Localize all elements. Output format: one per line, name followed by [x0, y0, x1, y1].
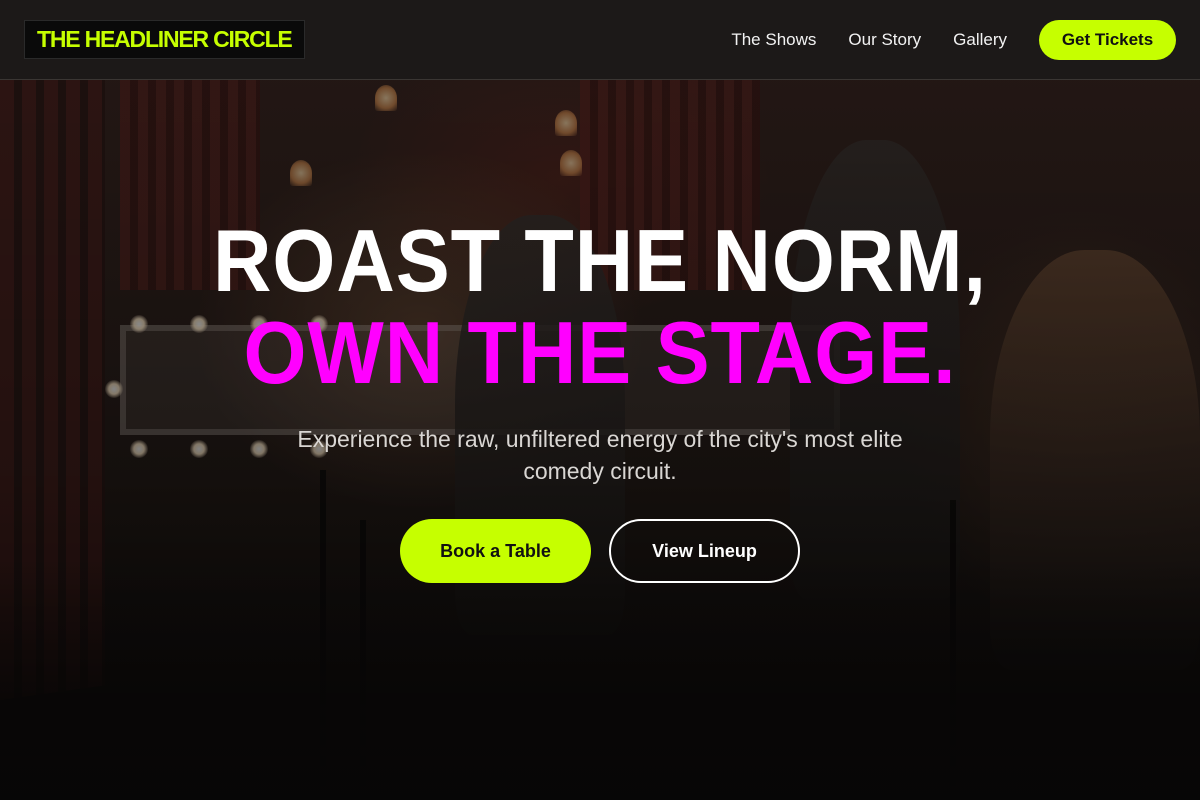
- site-header: THE HEADLINER CIRCLE The Shows Our Story…: [0, 0, 1200, 80]
- main-nav: The Shows Our Story Gallery Get Tickets: [731, 19, 1176, 60]
- hero-subtext: Experience the raw, unfiltered energy of…: [297, 426, 903, 484]
- nav-link-gallery[interactable]: Gallery: [953, 30, 1007, 50]
- hero-section: ROAST THE NORM, OWN THE STAGE. Experienc…: [0, 215, 1200, 583]
- view-lineup-button[interactable]: View Lineup: [609, 519, 800, 583]
- logo[interactable]: THE HEADLINER CIRCLE: [24, 20, 305, 59]
- hero-headline: ROAST THE NORM, OWN THE STAGE.: [0, 215, 1200, 399]
- hero-cta-row: Book a Table View Lineup: [0, 519, 1200, 583]
- book-table-button[interactable]: Book a Table: [400, 519, 591, 583]
- get-tickets-button[interactable]: Get Tickets: [1039, 19, 1176, 60]
- headline-line-2: OWN THE STAGE.: [243, 303, 957, 402]
- headline-line-1: ROAST THE NORM,: [213, 211, 987, 310]
- nav-link-our-story[interactable]: Our Story: [848, 30, 921, 50]
- nav-link-the-shows[interactable]: The Shows: [731, 30, 816, 50]
